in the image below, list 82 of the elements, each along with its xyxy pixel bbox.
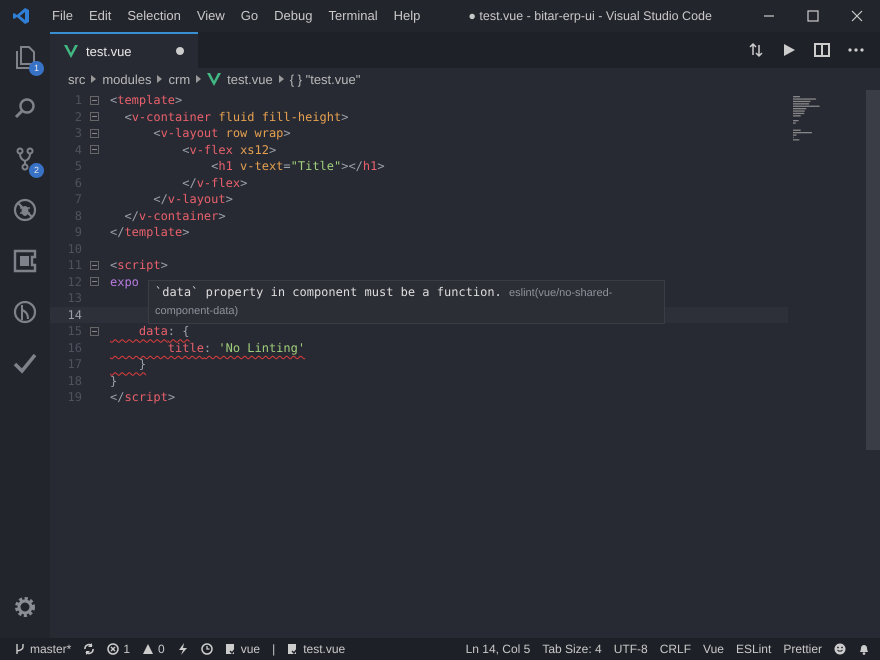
status-item[interactable]: Tab Size: 4 [542, 642, 602, 656]
hover-message: `data` property in component must be a function. eslint(vue/no-shared-component-data) [155, 284, 614, 319]
window-title: ● test.vue - bitar-erp-ui - Visual Studio Code [467, 9, 713, 23]
more-icon[interactable] [848, 48, 864, 52]
menu-item[interactable]: File [44, 0, 81, 32]
lightning-icon[interactable] [176, 643, 189, 655]
menu-item[interactable]: Go [232, 0, 266, 32]
fold-icon[interactable] [90, 145, 99, 154]
code-line: </v-flex> [181, 176, 248, 190]
code-line: expo [110, 274, 139, 289]
menu-item[interactable]: Help [386, 0, 428, 32]
status-item[interactable]: Vue [703, 642, 724, 656]
close-icon[interactable] [850, 9, 864, 23]
chevron-icon [196, 75, 202, 83]
fold-icon[interactable] [90, 96, 99, 105]
breadcrumb-item[interactable]: crm [168, 72, 190, 86]
code-line: </v-container> [123, 208, 226, 223]
status-item[interactable]: 1 [107, 642, 130, 656]
play-icon[interactable] [782, 43, 796, 57]
chevron-icon [157, 75, 162, 83]
compare-icon[interactable] [748, 42, 764, 58]
status-item[interactable]: Ln 14, Col 5 [466, 642, 530, 656]
code-line: } [110, 374, 118, 388]
logo-icon [12, 7, 30, 25]
line-number: 14 [66, 308, 83, 322]
count-badge: 2 [29, 163, 44, 178]
fold-icon[interactable] [90, 128, 99, 138]
code-line: <script> [110, 258, 168, 272]
count-badge: 1 [29, 61, 44, 76]
menu-item[interactable]: Selection [119, 0, 189, 32]
fold-icon[interactable] [90, 277, 99, 286]
status-item[interactable]: UTF-8 [614, 642, 648, 656]
vue-icon [207, 72, 222, 86]
status-item[interactable]: CRLF [660, 642, 692, 656]
settings-icon[interactable] [12, 594, 38, 620]
status-item[interactable]: Prettier [783, 642, 822, 656]
status-item[interactable]: 0 [142, 642, 165, 656]
extensions-icon[interactable] [12, 248, 38, 274]
vue-icon [64, 44, 78, 58]
breadcrumb-item[interactable]: test.vue [227, 72, 273, 86]
error-icon [107, 643, 120, 655]
fold-icon[interactable] [90, 112, 99, 122]
fold-icon[interactable] [90, 260, 99, 270]
code-line: </script> [110, 390, 176, 404]
code-line: <v-layout row wrap> [152, 126, 291, 140]
sync-icon[interactable] [83, 643, 96, 655]
unsaved-dot-icon [176, 47, 184, 55]
branch-icon [14, 643, 26, 655]
fold-icon[interactable] [90, 326, 99, 336]
no-bug-icon[interactable] [12, 197, 38, 223]
menu-item[interactable]: Edit [80, 0, 120, 32]
breadcrumb-item[interactable]: src [68, 72, 86, 86]
smiley-icon[interactable] [834, 643, 846, 655]
code-line: <template> [110, 93, 182, 108]
menu-item[interactable]: Debug [266, 0, 320, 32]
code-line: data: { [138, 324, 190, 338]
editor-tab[interactable]: test.vue [50, 32, 198, 68]
code-line: </v-layout> [152, 192, 233, 206]
status-item[interactable]: vue [224, 642, 260, 656]
lint-check-icon [224, 643, 237, 655]
chevron-icon [91, 75, 96, 83]
bell-icon[interactable] [858, 643, 870, 655]
code-line: } [138, 357, 146, 372]
code-line: <v-container fluid fill-height> [123, 110, 348, 124]
status-item[interactable]: | [272, 642, 276, 656]
code-line: <v-flex xs12> [181, 142, 276, 157]
menu-item[interactable]: View [188, 0, 233, 32]
maximize-icon[interactable] [806, 9, 820, 23]
status-item[interactable]: test.vue [287, 642, 346, 656]
code-line: </template> [110, 225, 190, 240]
status-item[interactable]: master* [14, 642, 72, 656]
code-line: title: 'No Linting' [166, 340, 306, 355]
menu-item[interactable]: Terminal [320, 0, 386, 32]
graph-icon[interactable] [12, 299, 38, 325]
chevron-icon [278, 75, 284, 83]
warning-icon [142, 643, 154, 655]
split-editor-icon[interactable] [814, 43, 830, 57]
clock-icon[interactable] [200, 643, 213, 655]
code-line: <h1 v-text="Title"></h1> [210, 159, 385, 174]
breadcrumb-item[interactable]: modules [102, 72, 152, 86]
breadcrumb-item[interactable]: { } "test.vue" [290, 72, 360, 86]
status-item[interactable]: ESLint [736, 642, 772, 656]
